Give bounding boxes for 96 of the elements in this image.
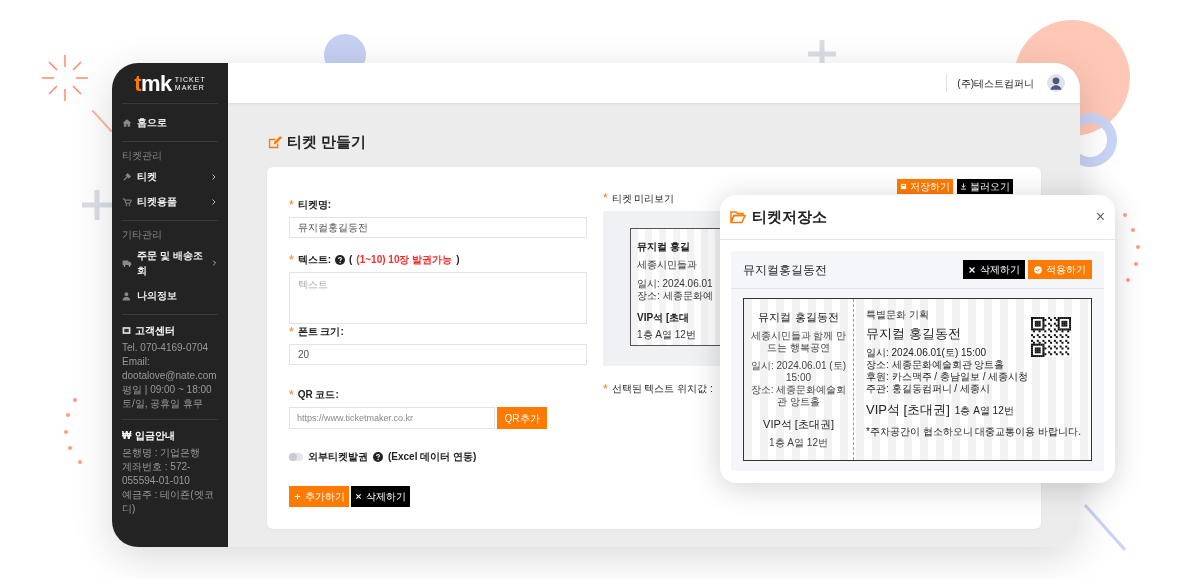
ticket-info-line: 주관: 홍길동컴퍼니 / 세종시 — [866, 382, 991, 395]
ticket-seat: VIP석 [초대 — [637, 310, 690, 325]
field-label: QR 코드: — [297, 388, 339, 402]
close-icon — [355, 493, 362, 500]
section-label: 기타관리 — [122, 228, 163, 242]
ticket-place: 장소: 세종문화예 — [637, 290, 713, 302]
saved-ticket-name: 뮤지컬홍길동전 — [743, 261, 827, 279]
ticket-subtitle: 세종시민들과 — [637, 258, 697, 272]
sparkle-decoration — [42, 55, 88, 101]
qr-code-icon — [1031, 317, 1071, 357]
truck-icon — [122, 258, 132, 268]
company-name: (주)테스트컴퍼니 — [957, 76, 1034, 91]
contact-card-icon — [122, 326, 131, 335]
check-circle-icon — [1034, 265, 1042, 274]
section-label: 티켓관리 — [122, 149, 163, 163]
line-decoration — [92, 110, 112, 132]
help-icon — [373, 451, 383, 462]
text-field[interactable]: 뮤지컬홍길동전 — [289, 217, 587, 238]
position-label: 선택된 텍스트 위치값 : — [611, 382, 713, 396]
close-icon — [968, 265, 976, 274]
folder-icon — [730, 209, 746, 225]
ticket-subtitle: 세종시민들과 함께 만드는 행복공연 — [749, 329, 848, 354]
note-bracket: ) — [456, 253, 460, 267]
info-line: 토/일, 공휴일 휴무 — [122, 397, 205, 411]
ticket-info-line: 장소: 세종문화예술회관 앙트홀 — [866, 358, 1006, 371]
required-mark: * — [289, 325, 294, 338]
nav-item[interactable]: 주문 및 배송조회 — [122, 243, 218, 283]
floppy-icon — [900, 182, 907, 190]
required-mark: * — [603, 382, 608, 395]
toggle-note: (Excel 데이터 연동) — [388, 450, 477, 464]
info-line: 은행명 : 기업은행 — [122, 446, 202, 460]
field-label: 폰트 크기: — [297, 325, 344, 339]
page-title: 티켓 만들기 — [287, 131, 367, 152]
limit-note: (1~10) 10장 발권가능 — [356, 253, 453, 267]
required-mark: * — [289, 388, 294, 401]
ticket-info-line: 일시: 2024.06.01(토) 15:00 — [866, 346, 988, 359]
text-area[interactable]: 텍스트 — [289, 272, 587, 324]
cart-icon — [122, 196, 132, 207]
section-label: 티켓 미리보기 — [611, 191, 675, 206]
ticket-title: 뮤지컬 홍길 — [637, 240, 690, 254]
chevron-right-icon — [210, 172, 218, 181]
chevron-right-icon — [210, 197, 218, 206]
download-icon — [960, 182, 967, 190]
ticket-seat: VIP석 [초대권] — [866, 399, 950, 419]
url-field[interactable]: https://www.ticketmaker.co.kr — [289, 407, 495, 429]
toggle-switch[interactable] — [289, 452, 303, 461]
toggle-label: 외부티켓발권 — [308, 450, 368, 464]
ticket-info-line: 후원: 카스맥주 / 충남일보 / 세종시청 — [866, 370, 1030, 383]
plus-decoration — [82, 190, 112, 220]
wrench-icon — [122, 171, 132, 182]
modal-title: 티켓저장소 — [752, 206, 827, 227]
info-line: 계좌번호 : 572-055594-01-010 — [122, 460, 192, 488]
close-button[interactable]: × — [1095, 209, 1105, 225]
required-mark: * — [289, 253, 294, 266]
info-title: 입금안내 — [135, 429, 176, 443]
info-title: 고객센터 — [135, 324, 175, 338]
ticket-date: 일시: 2024.06.01 — [637, 278, 713, 290]
field-label: 텍스트: — [297, 253, 331, 267]
field-label: 티켓명: — [297, 198, 331, 212]
info-line: Tel. 070-4169-0704 — [122, 341, 210, 355]
info-line: Email: dootalove@nate.com — [122, 355, 218, 383]
ticket-note: *주차공간이 협소하오니 대중교통이용 바랍니다. — [866, 425, 1082, 439]
avatar-icon — [1047, 74, 1065, 92]
nav-item[interactable]: 홈으로 — [122, 110, 218, 135]
ticket-category: 특별문화 기획 — [866, 308, 930, 322]
chevron-right-icon — [210, 259, 218, 267]
plus-icon — [293, 493, 301, 500]
nav-item[interactable]: 티켓 — [122, 164, 218, 189]
nav-item[interactable]: 나의정보 — [122, 283, 218, 308]
user-icon — [122, 290, 132, 301]
ticket-seat-number: 1층 A열 12번 — [637, 328, 696, 342]
ticket-title: 뮤지컬 홍길동전 — [758, 310, 839, 325]
edit-icon — [267, 134, 282, 150]
ticket-place: 장소: 세종문화예술회관 앙트홀 — [749, 383, 848, 408]
required-mark: * — [603, 192, 608, 204]
ticket-seat: VIP석 [초대권] — [763, 415, 834, 432]
load-button[interactable]: 불러오기 — [957, 178, 1013, 194]
info-line: 예금주 : 테이죤(엣코디) — [122, 488, 215, 516]
dot-decoration — [1123, 213, 1140, 282]
line-decoration — [1084, 504, 1126, 551]
dot-decoration — [64, 398, 82, 464]
text-field[interactable]: 20 — [289, 344, 587, 365]
nav-item[interactable]: 티켓용품 — [122, 189, 218, 214]
delete-button[interactable]: 삭제하기 — [963, 260, 1025, 279]
ticket-seat-number: 1층 A열 12번 — [954, 403, 1014, 418]
logo-mark: tmk — [134, 73, 172, 95]
delete-button[interactable]: 삭제하기 — [351, 486, 410, 507]
ticket-title: 뮤지컬 홍길동전 — [866, 325, 962, 343]
help-icon — [335, 254, 345, 265]
ticket-date: 일시: 2024.06.01 (토) 15:00 — [749, 359, 847, 384]
note-bracket: ( — [349, 253, 353, 267]
required-mark: * — [289, 198, 294, 211]
ticket-seat-number: 1층 A열 12번 — [769, 436, 828, 450]
won-sign: ₩ — [122, 429, 132, 443]
info-line: 평일 | 09:00 ~ 18:00 — [122, 383, 213, 397]
home-icon — [122, 117, 132, 128]
